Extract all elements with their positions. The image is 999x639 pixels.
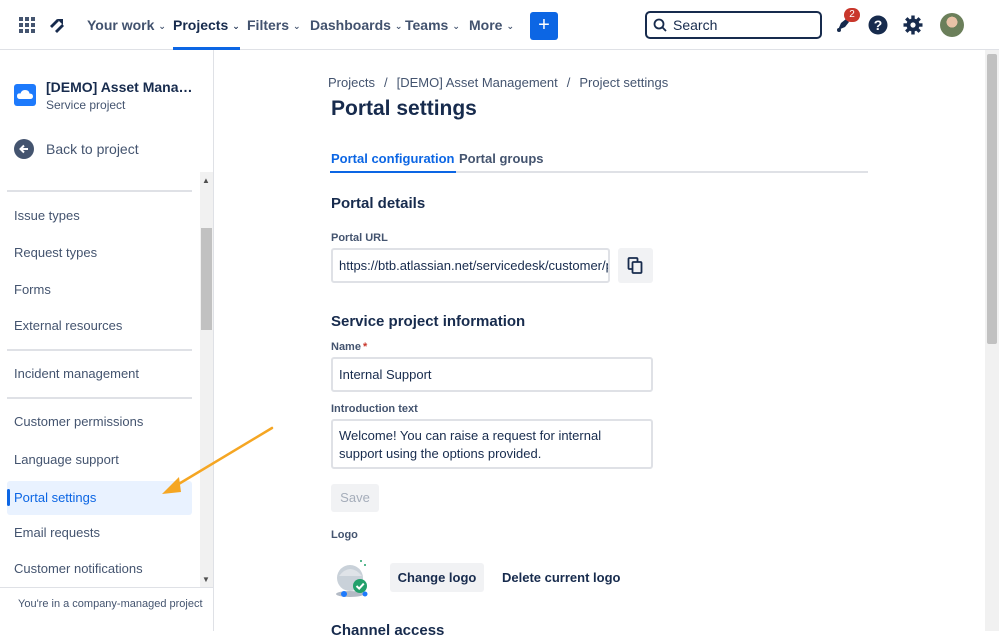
chevron-down-icon: ⌄: [452, 21, 460, 31]
sidebar-item-email-requests[interactable]: Email requests: [7, 516, 192, 550]
sidebar-item-request-types[interactable]: Request types: [7, 236, 192, 270]
top-navigation: Your work ⌄ Projects ⌄ Filters ⌄ Dashboards…: [0, 0, 999, 50]
chevron-down-icon: ⌄: [394, 21, 403, 31]
breadcrumb: Projects / [DEMO] Asset Management / Project…: [328, 75, 669, 90]
portal-details-heading: Portal details: [331, 195, 426, 212]
page-scrollbar-thumb[interactable]: [987, 54, 997, 344]
scroll-down-arrow-icon[interactable]: ▼: [202, 575, 210, 584]
svg-text:?: ?: [874, 17, 883, 33]
chevron-down-icon: ⌄: [158, 21, 166, 31]
nav-more[interactable]: More ⌄: [469, 0, 514, 50]
portal-logo-image: [336, 560, 368, 597]
sidebar-item-customer-permissions[interactable]: Customer permissions: [7, 405, 192, 439]
nav-filters[interactable]: Filters ⌄: [247, 0, 301, 50]
nav-teams[interactable]: Teams ⌄: [405, 0, 460, 50]
breadcrumb-projects[interactable]: Projects: [328, 75, 375, 90]
project-name[interactable]: [DEMO] Asset Management: [46, 79, 201, 95]
divider: [7, 397, 192, 399]
tab-portal-groups[interactable]: Portal groups: [459, 151, 544, 166]
chevron-down-icon: ⌄: [232, 21, 240, 31]
portal-url-field[interactable]: https://btb.atlassian.net/servicedesk/cu…: [331, 248, 610, 283]
divider: [7, 190, 192, 192]
jira-logo-icon[interactable]: [46, 14, 68, 36]
breadcrumb-project-settings[interactable]: Project settings: [579, 75, 668, 90]
chevron-down-icon: ⌄: [506, 21, 514, 31]
sidebar-scrollbar-thumb[interactable]: [201, 228, 212, 330]
user-avatar[interactable]: [940, 13, 964, 37]
save-button[interactable]: Save: [331, 484, 379, 512]
sidebar-item-language-support[interactable]: Language support: [7, 443, 192, 477]
required-marker: *: [362, 341, 368, 353]
service-project-info-heading: Service project information: [331, 313, 526, 330]
change-logo-button[interactable]: Change logo: [390, 563, 484, 592]
arrow-left-icon: [14, 139, 34, 159]
project-type: Service project: [46, 98, 126, 112]
nav-projects[interactable]: Projects ⌄: [173, 0, 240, 50]
copy-url-button[interactable]: [618, 248, 653, 283]
create-button[interactable]: +: [530, 12, 558, 40]
name-field[interactable]: Internal Support: [331, 357, 653, 392]
tab-portal-configuration[interactable]: Portal configuration: [330, 151, 455, 173]
help-icon[interactable]: ?: [868, 15, 888, 35]
logo-label: Logo: [331, 529, 358, 541]
page-title: Portal settings: [331, 97, 477, 120]
project-cloud-icon: [14, 84, 36, 106]
main-content: Projects / [DEMO] Asset Management / Project…: [215, 50, 985, 639]
copy-icon: [627, 257, 643, 274]
portal-url-label: Portal URL: [331, 232, 388, 244]
tab-bar: Portal configuration Portal groups: [330, 150, 868, 173]
breadcrumb-project[interactable]: [DEMO] Asset Management: [397, 75, 558, 90]
sidebar-item-issue-types[interactable]: Issue types: [7, 199, 192, 233]
intro-text-field[interactable]: Welcome! You can raise a request for int…: [331, 419, 653, 469]
search-placeholder: Search: [673, 17, 718, 33]
delete-logo-button[interactable]: Delete current logo: [494, 563, 628, 592]
notification-count-badge: 2: [844, 8, 860, 22]
sidebar-item-incident-management[interactable]: Incident management: [7, 357, 192, 391]
name-label: Name *: [331, 341, 368, 353]
sidebar-item-customer-notifications[interactable]: Customer notifications: [7, 552, 192, 585]
search-icon: [653, 18, 667, 32]
settings-gear-icon[interactable]: [903, 15, 923, 35]
project-mode-note: You're in a company-managed project: [0, 587, 213, 631]
divider: [7, 349, 192, 351]
app-switcher-icon[interactable]: [19, 17, 35, 33]
sidebar-item-forms[interactable]: Forms: [7, 273, 192, 307]
settings-nav-list: Issue types Request types Forms External…: [0, 165, 200, 585]
nav-dashboards[interactable]: Dashboards ⌄: [310, 0, 402, 50]
sidebar-item-external-resources[interactable]: External resources: [7, 309, 192, 343]
intro-text-label: Introduction text: [331, 403, 418, 415]
search-input[interactable]: Search: [645, 11, 822, 39]
nav-your-work[interactable]: Your work ⌄: [87, 0, 166, 50]
chevron-down-icon: ⌄: [293, 21, 301, 31]
scroll-up-arrow-icon[interactable]: ▲: [202, 176, 210, 185]
sidebar-item-portal-settings[interactable]: Portal settings: [7, 481, 192, 515]
project-sidebar: [DEMO] Asset Management Service project …: [0, 50, 214, 631]
